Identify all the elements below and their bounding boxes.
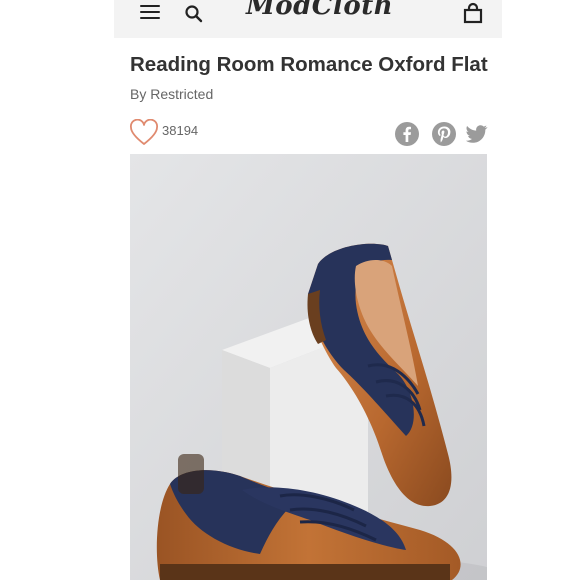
pinterest-icon[interactable] xyxy=(431,121,457,147)
modcloth-logo[interactable]: ModCloth xyxy=(246,0,393,21)
product-brand[interactable]: By Restricted xyxy=(130,86,213,102)
product-title: Reading Room Romance Oxford Flat xyxy=(130,53,488,76)
facebook-icon[interactable] xyxy=(394,121,420,147)
site-header: ModCloth xyxy=(114,0,502,38)
product-photo[interactable] xyxy=(130,154,487,580)
heart-icon[interactable] xyxy=(129,119,159,147)
twitter-icon[interactable] xyxy=(463,121,489,147)
bag-icon[interactable] xyxy=(462,2,484,24)
product-image-oxford-flats xyxy=(130,154,487,580)
search-icon[interactable] xyxy=(184,4,204,24)
menu-icon[interactable] xyxy=(140,4,162,22)
like-count: 38194 xyxy=(162,123,199,138)
